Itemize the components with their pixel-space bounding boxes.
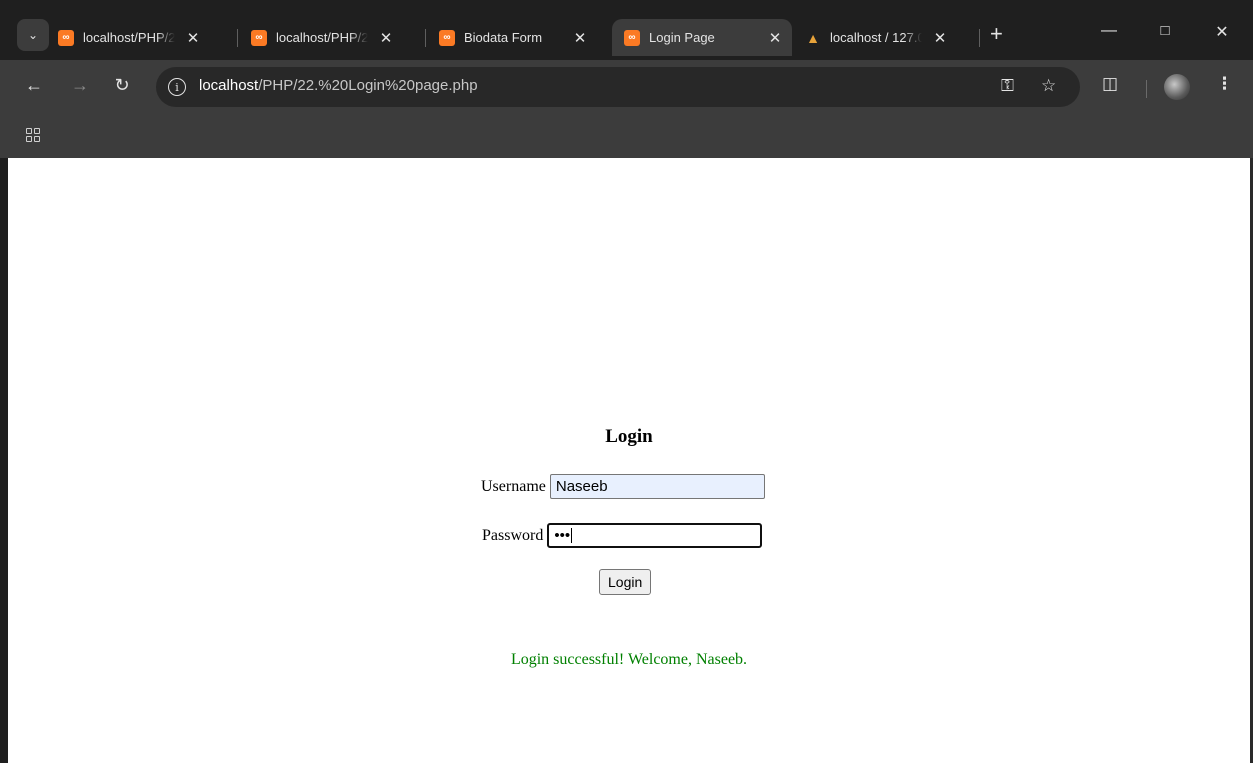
url-text[interactable]: localhost/PHP/22.%20Login%20page.php xyxy=(199,77,478,94)
tab-strip: ⌄ ∞ localhost/PHP/22.%20Login%20page.php… xyxy=(0,0,1253,60)
tab-separator xyxy=(425,29,426,47)
reload-icon[interactable]: ↻ xyxy=(110,75,134,96)
username-row: Username Naseeb xyxy=(481,474,765,499)
tab-title: localhost/PHP/22.%20Login%20page.php xyxy=(276,30,368,45)
profile-avatar[interactable] xyxy=(1164,74,1190,100)
close-tab-icon[interactable]: ✕ xyxy=(378,29,394,47)
xampp-icon: ∞ xyxy=(58,29,74,46)
page-content: Login Username Naseeb Password ••• Login… xyxy=(8,158,1250,763)
username-input[interactable]: Naseeb xyxy=(549,474,765,499)
tab-separator xyxy=(979,29,980,47)
url-host: localhost xyxy=(199,77,259,94)
username-value: Naseeb xyxy=(555,478,608,495)
password-input[interactable]: ••• xyxy=(547,523,763,548)
bookmarks-bar xyxy=(0,118,1253,158)
password-label: Password xyxy=(482,526,544,544)
new-tab-icon[interactable]: + xyxy=(990,22,1003,46)
tab-title: Biodata Form xyxy=(464,30,543,45)
apps-grid-icon[interactable] xyxy=(26,128,40,142)
tab-5[interactable]: ▲ localhost / 127.0.0.1 ✕ xyxy=(805,19,948,56)
tab-3[interactable]: ∞ Biodata Form ✕ xyxy=(439,19,588,56)
login-heading: Login xyxy=(605,426,653,447)
forward-icon[interactable]: → xyxy=(68,75,92,96)
menu-icon[interactable]: ⋮ xyxy=(1216,74,1233,94)
close-tab-icon[interactable]: ✕ xyxy=(185,29,201,47)
password-value: ••• xyxy=(554,527,571,544)
tab-title: localhost/PHP/22.%20Login%20page.php xyxy=(83,30,175,45)
toolbar-separator xyxy=(1146,80,1147,98)
tab-search-button[interactable]: ⌄ xyxy=(17,19,49,51)
window-edge xyxy=(0,158,8,763)
browser-window: ⌄ ∞ localhost/PHP/22.%20Login%20page.php… xyxy=(0,0,1253,763)
maximize-icon[interactable]: □ xyxy=(1150,22,1180,39)
tab-2[interactable]: ∞ localhost/PHP/22.%20Login%20page.php ✕ xyxy=(251,19,394,56)
tab-title: localhost / 127.0.0.1 xyxy=(830,30,922,45)
back-icon[interactable]: ← xyxy=(22,75,46,96)
close-tab-icon[interactable]: ✕ xyxy=(767,29,783,47)
close-tab-icon[interactable]: ✕ xyxy=(932,29,948,47)
password-row: Password ••• xyxy=(482,523,763,548)
success-message: Login successful! Welcome, Naseeb. xyxy=(510,651,748,668)
address-bar[interactable]: i localhost/PHP/22.%20Login%20page.php ⚿… xyxy=(156,67,1080,107)
xampp-icon: ∞ xyxy=(624,29,640,46)
site-info-icon[interactable]: i xyxy=(168,78,186,96)
tab-1[interactable]: ∞ localhost/PHP/22.%20Login%20page.php ✕ xyxy=(58,19,201,56)
key-icon[interactable]: ⚿ xyxy=(1001,76,1014,96)
tab-title: Login Page xyxy=(649,30,715,45)
login-button[interactable]: Login xyxy=(599,569,652,595)
close-tab-icon[interactable]: ✕ xyxy=(572,29,588,47)
text-caret xyxy=(571,528,573,543)
toolbar: ← → ↻ i localhost/PHP/22.%20Login%20page… xyxy=(0,60,1253,118)
star-icon[interactable]: ☆ xyxy=(1041,76,1056,96)
username-label: Username xyxy=(481,477,546,495)
extensions-icon[interactable]: ◫ xyxy=(1102,74,1118,94)
minimize-icon[interactable]: — xyxy=(1094,22,1124,40)
phpmyadmin-icon: ▲ xyxy=(806,29,820,46)
xampp-icon: ∞ xyxy=(251,29,267,46)
url-path: /PHP/22.%20Login%20page.php xyxy=(258,77,478,94)
tab-separator xyxy=(237,29,238,47)
close-window-icon[interactable]: ✕ xyxy=(1207,22,1237,42)
chevron-down-icon: ⌄ xyxy=(27,28,39,42)
tab-4-active[interactable]: ∞ Login Page ✕ xyxy=(612,19,792,56)
xampp-icon: ∞ xyxy=(439,29,455,46)
